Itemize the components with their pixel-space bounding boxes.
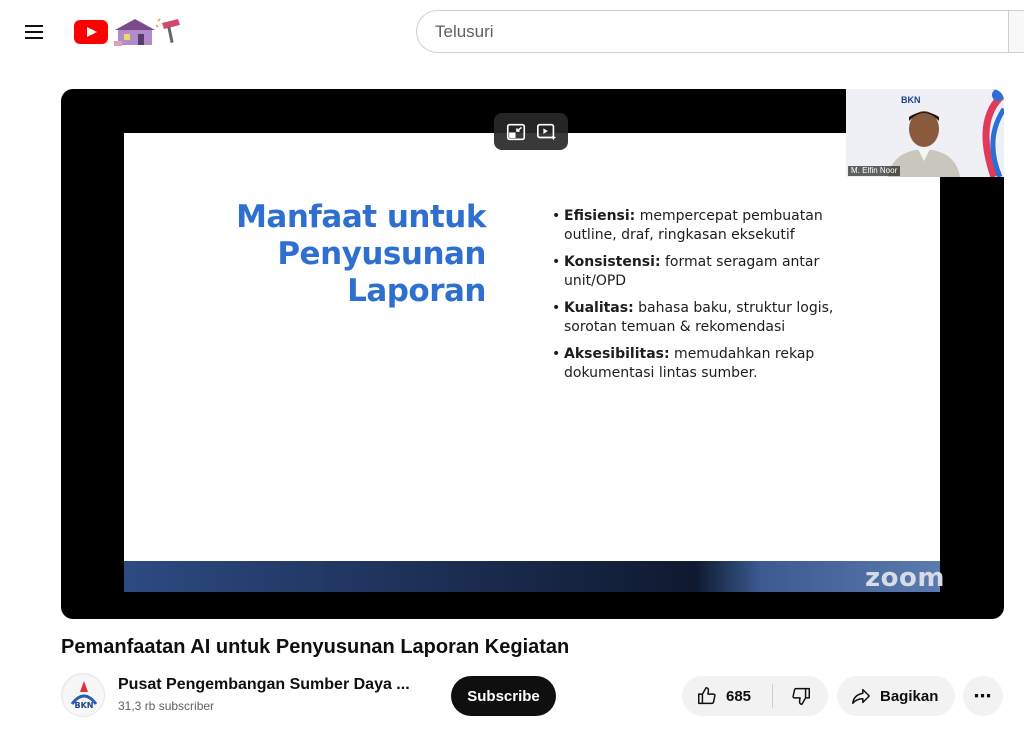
slide-bullet: Kualitas: bahasa baku, struktur logis, s…: [552, 299, 842, 337]
subscriber-count: 31,3 rb subscriber: [118, 699, 215, 713]
thumbs-up-icon: [698, 687, 716, 705]
autoplay-preview-button[interactable]: [534, 119, 560, 145]
share-label: Bagikan: [880, 687, 939, 705]
zoom-watermark: zoom: [865, 563, 945, 593]
channel-name[interactable]: Pusat Pengembangan Sumber Daya ...: [118, 676, 428, 694]
search-box[interactable]: [416, 10, 1016, 53]
play-sparkle-icon: [536, 123, 556, 140]
youtube-logo-icon: [74, 20, 108, 44]
share-button[interactable]: Bagikan: [837, 676, 955, 716]
bkn-logo-icon: BKN: [63, 675, 104, 716]
youtube-logo[interactable]: [74, 15, 186, 49]
like-count: 685: [726, 687, 752, 705]
menu-button[interactable]: [14, 12, 54, 52]
slide-footer-band: [124, 561, 940, 592]
search-input[interactable]: [435, 21, 1016, 42]
like-button[interactable]: 685: [682, 676, 772, 716]
player-overlay-controls: [494, 113, 568, 150]
house-doodle-icon: [114, 18, 180, 46]
share-arrow-icon: [852, 688, 870, 705]
hamburger-menu-icon: [25, 25, 43, 39]
slide-content: Manfaat untuk Penyusunan Laporan Efisien…: [124, 133, 940, 561]
dislike-button[interactable]: [773, 676, 828, 716]
slide-bullet-list: Efisiensi: mempercepat pembuatan outline…: [552, 207, 842, 391]
slide-bullet: Aksesibilitas: memudahkan rekap dokument…: [552, 345, 842, 383]
svg-text:BKN: BKN: [75, 701, 94, 710]
subscribe-button[interactable]: Subscribe: [451, 676, 556, 716]
more-actions-button[interactable]: ⋯: [963, 676, 1003, 716]
slide-bullet: Konsistensi: format seragam antar unit/O…: [552, 253, 842, 291]
slide-title: Manfaat untuk Penyusunan Laporan: [236, 199, 486, 309]
video-player[interactable]: Manfaat untuk Penyusunan Laporan Efisien…: [61, 89, 1004, 619]
exit-miniplayer-button[interactable]: [503, 119, 529, 145]
slide-bullet: Efisiensi: mempercepat pembuatan outline…: [552, 207, 842, 245]
channel-avatar[interactable]: BKN: [61, 673, 105, 717]
search-button[interactable]: [1008, 10, 1024, 53]
like-dislike-group: 685: [682, 676, 828, 716]
video-title: Pemanfaatan AI untuk Penyusunan Laporan …: [61, 636, 570, 658]
thumbs-down-icon: [791, 687, 810, 705]
exit-miniplayer-icon: [506, 123, 525, 140]
presenter-name-tag: M. Elfin Noor: [848, 166, 901, 176]
webcam-overlay: BKN M. Elfin Noor: [846, 89, 1004, 177]
